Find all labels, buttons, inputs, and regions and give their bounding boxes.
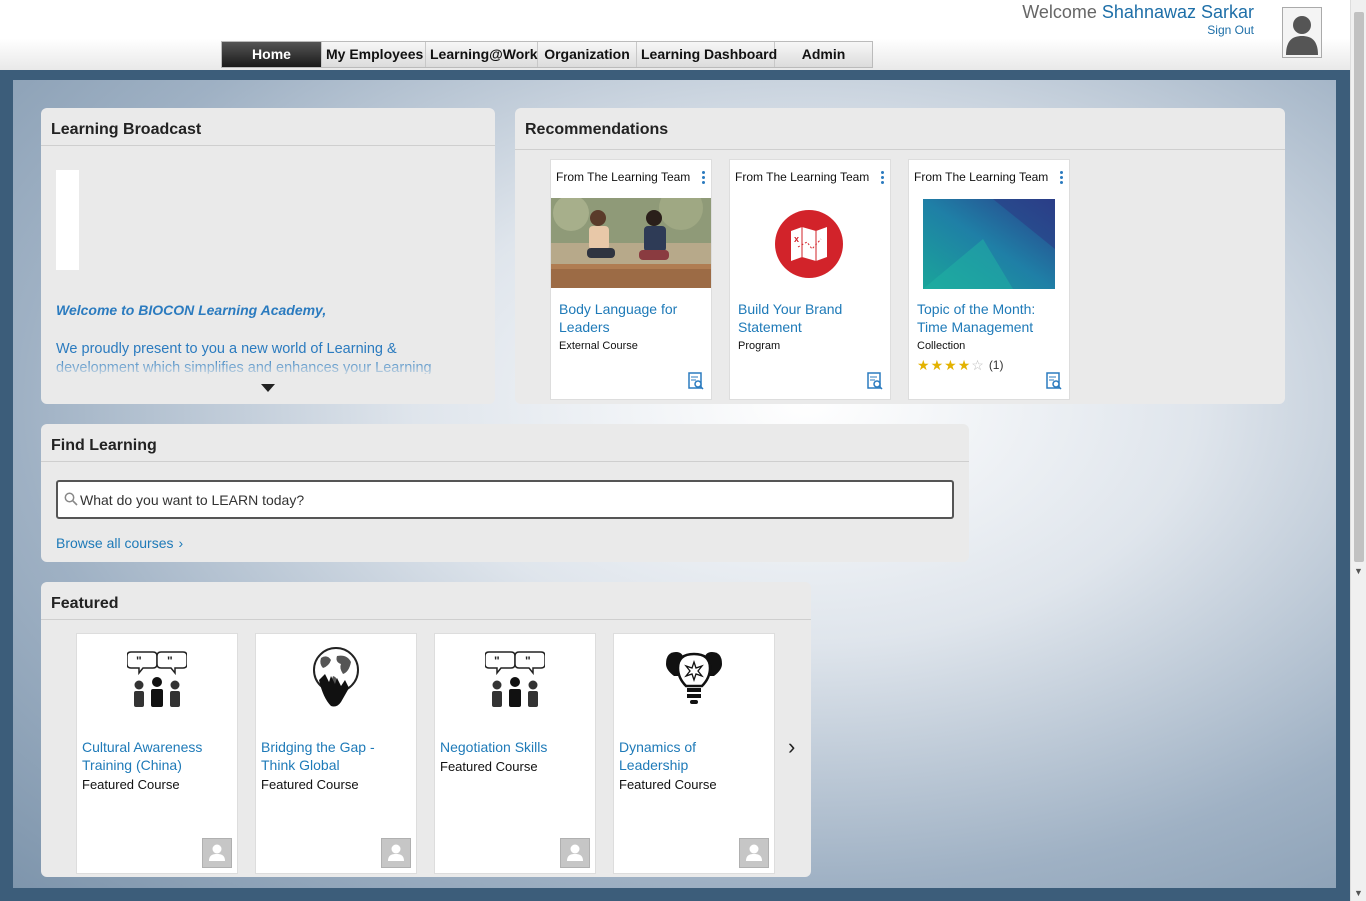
preview-details-icon[interactable] (688, 372, 704, 390)
scrollbar-thumb[interactable] (1354, 12, 1364, 562)
search-input[interactable] (80, 490, 940, 510)
card-title-link[interactable]: Body Language for Leaders (559, 300, 709, 336)
tab-my-employees[interactable]: My Employees (322, 42, 426, 67)
main-nav: Home My Employees Learning@Work Organiza… (221, 41, 873, 68)
search-field[interactable] (56, 480, 954, 519)
learning-broadcast-title: Learning Broadcast (41, 108, 495, 146)
recommendations-title: Recommendations (515, 108, 1285, 150)
featured-title-link[interactable]: Cultural Awareness Training (China) (82, 738, 232, 774)
hand-globe-icon (313, 647, 359, 707)
person-silhouette-icon (209, 844, 225, 861)
body-language-photo (551, 198, 711, 288)
card-source: From The Learning Team (735, 170, 870, 184)
preview-details-icon[interactable] (867, 372, 883, 390)
featured-card[interactable]: " " Cultural Awareness Training (China) … (76, 633, 238, 874)
featured-title: Featured (41, 582, 811, 620)
page-scrollbar[interactable]: ▼ ▼ (1350, 0, 1366, 901)
card-title-link[interactable]: Build Your Brand Statement (738, 300, 888, 336)
top-header: Welcome Shahnawaz Sarkar Sign Out Home M… (0, 0, 1350, 70)
author-thumbnail (202, 838, 232, 868)
card-title-link[interactable]: Topic of the Month: Time Management (917, 300, 1067, 336)
featured-title-link[interactable]: Dynamics of Leadership (619, 738, 769, 774)
red-map-icon: x (775, 210, 843, 278)
rating-stars: ★ ★ ★ ★ ☆ (1) (917, 358, 1003, 372)
featured-type: Featured Course (440, 759, 538, 774)
author-thumbnail (381, 838, 411, 868)
person-silhouette-icon (746, 844, 762, 861)
recommendation-card[interactable]: From The Learning Team Body Language for… (550, 159, 712, 400)
tab-admin[interactable]: Admin (775, 42, 872, 67)
tab-learning-dashboard[interactable]: Learning Dashboard (637, 42, 777, 67)
author-thumbnail (560, 838, 590, 868)
card-source: From The Learning Team (556, 170, 691, 184)
star-icon: ★ (944, 357, 957, 373)
broadcast-heading: Welcome to BIOCON Learning Academy, (56, 302, 327, 318)
star-empty-icon: ☆ (971, 357, 984, 373)
find-learning-panel: Find Learning Browse all courses› (41, 424, 969, 562)
carousel-next-icon[interactable]: › (788, 734, 795, 760)
expand-arrow-icon[interactable] (261, 384, 275, 392)
featured-title-link[interactable]: Negotiation Skills (440, 738, 590, 756)
featured-card[interactable]: Dynamics of Leadership Featured Course (613, 633, 775, 874)
welcome-message: Welcome Shahnawaz Sarkar (1022, 2, 1254, 23)
star-icon: ★ (917, 357, 930, 373)
learning-broadcast-panel: Learning Broadcast Welcome to BIOCON Lea… (41, 108, 495, 404)
person-silhouette-icon (567, 844, 583, 861)
more-options-icon[interactable] (1060, 171, 1064, 184)
find-learning-title: Find Learning (41, 424, 969, 462)
card-source: From The Learning Team (914, 170, 1049, 184)
user-avatar[interactable] (1282, 7, 1322, 58)
scroll-bottom-arrow-icon[interactable]: ▼ (1354, 888, 1363, 898)
svg-text:": " (525, 654, 531, 668)
tab-learning-at-work[interactable]: Learning@Work (426, 42, 538, 67)
person-silhouette-icon (1283, 8, 1321, 57)
featured-panel: Featured " " Cultural Awareness Training… (41, 582, 811, 877)
card-type: Program (738, 340, 781, 352)
featured-type: Featured Course (82, 777, 180, 792)
sign-out-link[interactable]: Sign Out (1207, 23, 1254, 37)
tab-home[interactable]: Home (222, 42, 322, 67)
browse-all-courses-link[interactable]: Browse all courses › (56, 535, 183, 551)
teal-abstract-banner (923, 199, 1055, 289)
main-content: Learning Broadcast Welcome to BIOCON Lea… (13, 80, 1336, 888)
svg-text:": " (167, 654, 173, 668)
featured-card[interactable]: Bridging the Gap - Think Global Featured… (255, 633, 417, 874)
featured-type: Featured Course (261, 777, 359, 792)
scroll-down-arrow-icon[interactable]: ▼ (1354, 566, 1363, 576)
star-icon: ★ (930, 357, 944, 373)
preview-details-icon[interactable] (1046, 372, 1062, 390)
people-talking-icon: " " (485, 651, 545, 707)
star-icon: ★ (957, 357, 971, 373)
people-talking-icon: " " (127, 651, 187, 707)
more-options-icon[interactable] (881, 171, 885, 184)
recommendation-card[interactable]: From The Learning Team Topic of the Mont… (908, 159, 1070, 400)
featured-type: Featured Course (619, 777, 717, 792)
browse-all-courses-label: Browse all courses (56, 535, 174, 551)
author-thumbnail (739, 838, 769, 868)
lightbulbs-icon (666, 652, 722, 704)
welcome-prefix: Welcome (1022, 2, 1097, 22)
person-silhouette-icon (388, 844, 404, 861)
tab-organization[interactable]: Organization (538, 42, 637, 67)
chevron-right-icon: › (178, 535, 184, 551)
svg-text:": " (136, 654, 142, 668)
recommendation-card[interactable]: From The Learning Team x Build Your Bran… (729, 159, 891, 400)
featured-card[interactable]: " " Negotiation Skills Featured Course (434, 633, 596, 874)
card-type: External Course (559, 340, 638, 352)
rating-count: (1) (988, 358, 1004, 372)
card-type: Collection (917, 340, 966, 352)
broadcast-fade (41, 358, 495, 378)
user-name: Shahnawaz Sarkar (1101, 2, 1254, 22)
svg-text:x: x (794, 234, 799, 244)
more-options-icon[interactable] (702, 171, 706, 184)
recommendations-panel: Recommendations From The Learning Team B… (515, 108, 1285, 404)
featured-title-link[interactable]: Bridging the Gap - Think Global (261, 738, 411, 774)
search-icon (64, 492, 78, 506)
svg-text:": " (494, 654, 500, 668)
broadcast-image (56, 170, 79, 270)
